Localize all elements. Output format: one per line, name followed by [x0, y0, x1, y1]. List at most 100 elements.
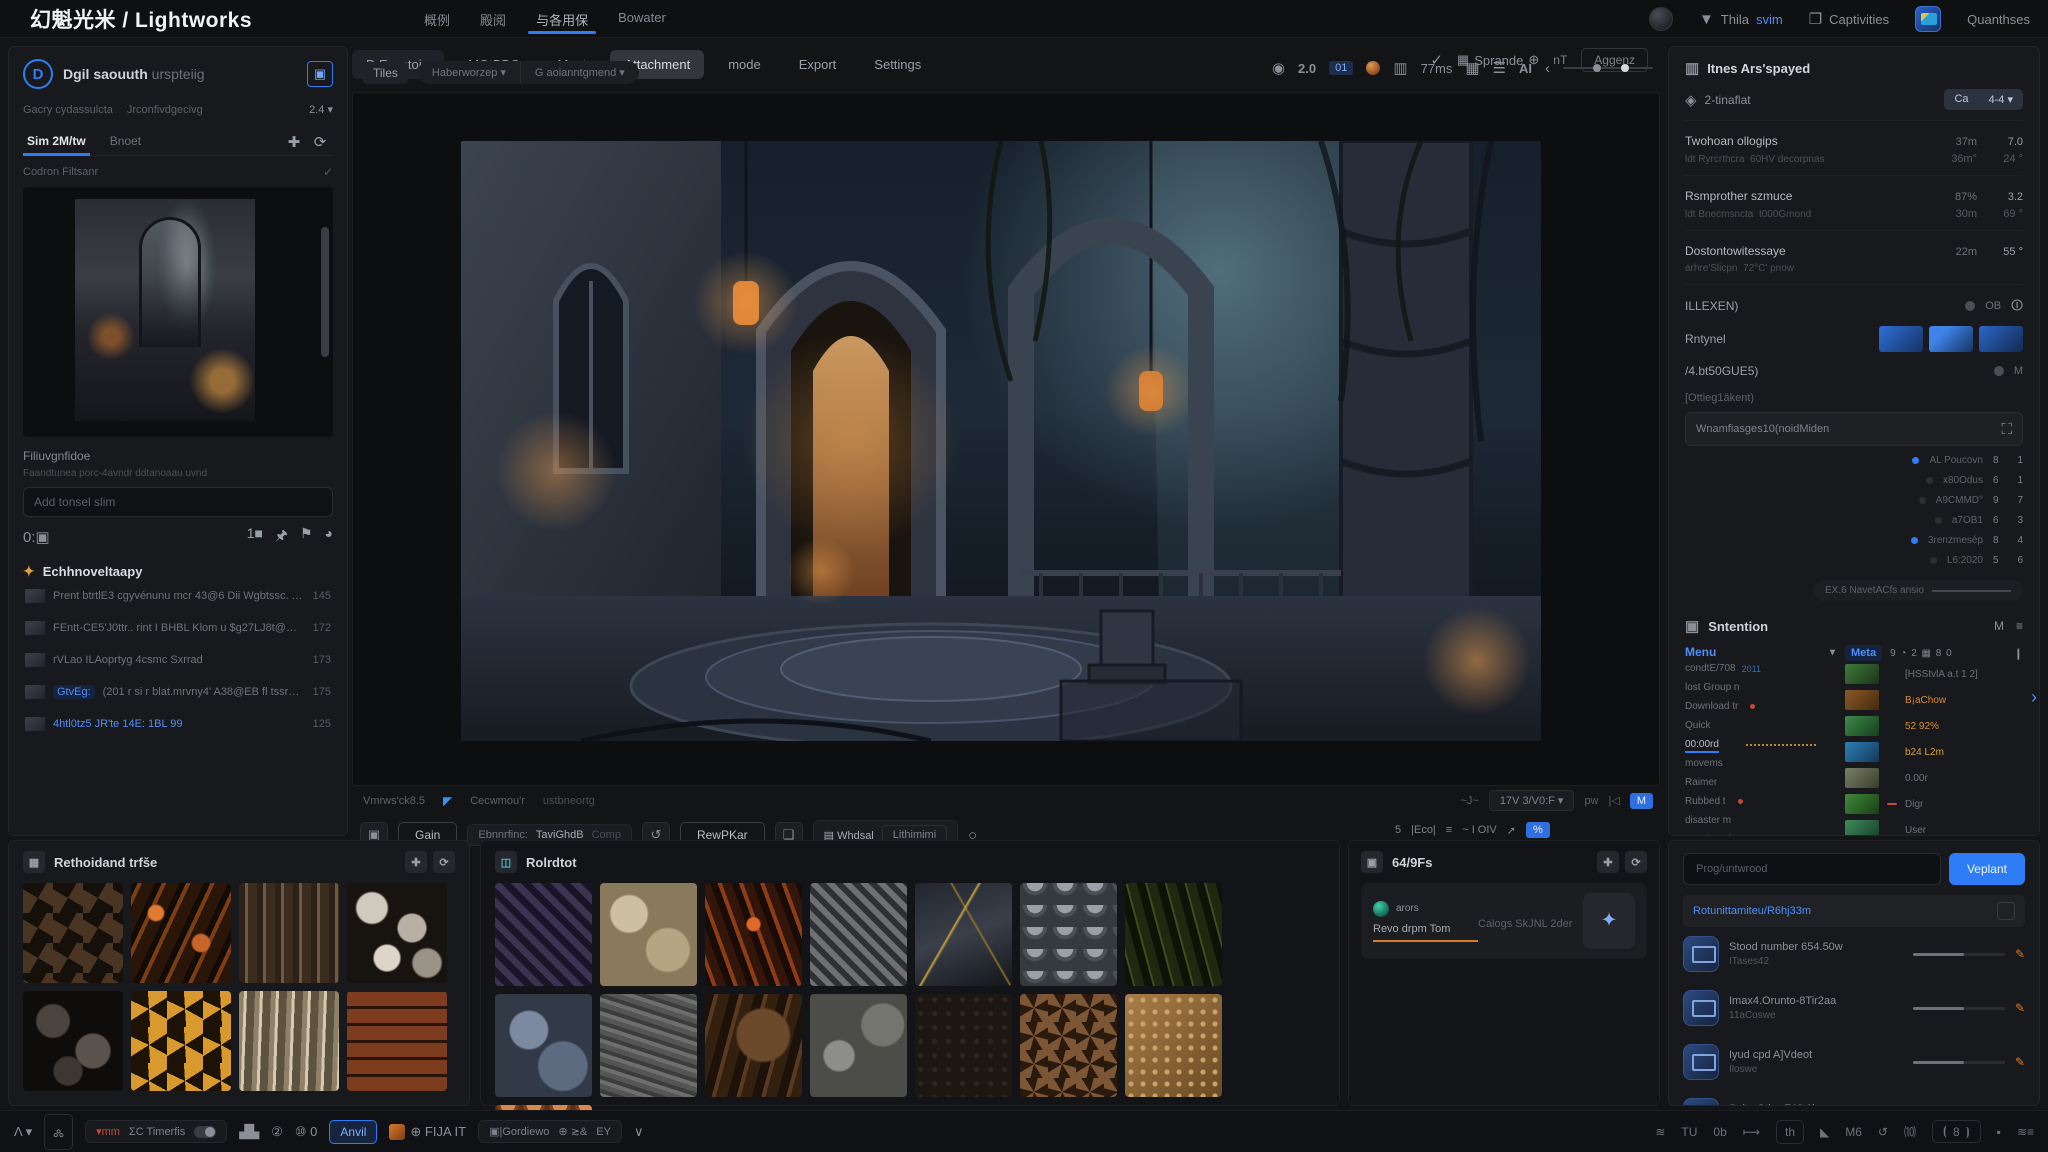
- menu-icon[interactable]: ☰: [1493, 59, 1506, 77]
- expand-chevron-icon[interactable]: ›: [2031, 687, 2037, 708]
- material-thumb[interactable]: [1879, 326, 1923, 352]
- texture-swatch[interactable]: [810, 883, 907, 986]
- tab-secondary[interactable]: Bnoet: [106, 128, 145, 155]
- paint-icon[interactable]: ◣: [1820, 1125, 1829, 1139]
- m-button[interactable]: M: [1994, 619, 2004, 633]
- meta-list-item[interactable]: [HSStvlA a.t 1 2]: [1845, 661, 2023, 687]
- tag-input[interactable]: [23, 487, 333, 517]
- counter-row[interactable]: x80Odus 61: [1685, 475, 2023, 486]
- preview-thumbnail[interactable]: [23, 187, 333, 437]
- eq-icon[interactable]: ≡: [1446, 824, 1452, 836]
- texture-swatch[interactable]: [1020, 994, 1117, 1097]
- texture-swatch[interactable]: [23, 883, 123, 983]
- preset-chips[interactable]: Ca 4-4 ▾: [1944, 89, 2023, 110]
- download-item[interactable]: Sqlts GtharF42.0b tSeNaol ✎: [1683, 1089, 2025, 1106]
- add-icon[interactable]: ✚: [281, 129, 307, 155]
- user-account[interactable]: ▼ Thila svim: [1699, 11, 1783, 28]
- m-toggle[interactable]: M: [1630, 793, 1653, 809]
- shield-badge-icon[interactable]: [1583, 893, 1635, 949]
- list-item[interactable]: rVLao ILAoprtyg 4csmc Sxrrad 173: [23, 644, 333, 676]
- palette-icon[interactable]: ◕: [325, 525, 333, 549]
- meta-list-item[interactable]: B¡aChow: [1845, 687, 2023, 713]
- expand-icon[interactable]: ⛶: [2001, 421, 2012, 438]
- downloads-search-input[interactable]: [1683, 853, 1941, 885]
- refresh-icon[interactable]: ⟳: [433, 851, 455, 873]
- texture-swatch[interactable]: [915, 883, 1012, 986]
- texture-swatch[interactable]: [131, 883, 231, 983]
- gordiewo-segment[interactable]: ▣|Gordiewo ⊕ ≳& EY: [478, 1120, 622, 1143]
- veplant-button[interactable]: Veplant: [1949, 853, 2025, 885]
- texture-swatch[interactable]: [600, 883, 697, 986]
- counter-row[interactable]: A9CMMD° 97: [1685, 495, 2023, 506]
- refresh-icon[interactable]: ⟳: [1625, 851, 1647, 873]
- session-tab[interactable]: Calogs SkJNL 2der: [1478, 912, 1583, 930]
- camera-chip[interactable]: 01: [1329, 61, 1353, 75]
- menu-list-item[interactable]: disaster m: [1685, 811, 1835, 830]
- fija-tool[interactable]: ⊕ FIJA IT: [389, 1124, 466, 1140]
- eco-chip[interactable]: |Eco|: [1411, 824, 1436, 836]
- ten-icon[interactable]: ⑽: [1904, 1123, 1916, 1140]
- meta-icons[interactable]: 9 ◔ 2 ▦ 8 0: [1890, 648, 1953, 659]
- resolution-select[interactable]: 17V 3/V0:F ▾: [1489, 790, 1575, 811]
- top-menu-item[interactable]: 概例: [422, 1, 452, 36]
- chevron-down-icon[interactable]: ∨: [634, 1124, 644, 1140]
- menu-icon[interactable]: ≡: [2016, 619, 2023, 633]
- zoom-slider[interactable]: [1563, 67, 1653, 69]
- frame-group[interactable]: ⦗ 8 ⦘: [1932, 1120, 1981, 1143]
- list-item[interactable]: Prent btrtlE3 cgyvénunu mcr 43@6 Dii Wgb…: [23, 580, 333, 612]
- material-ball-icon[interactable]: [1366, 61, 1380, 75]
- user-avatar[interactable]: [1649, 7, 1673, 31]
- menu-list-item[interactable]: Rubbed t: [1685, 792, 1835, 811]
- list-item[interactable]: FEntt-CE5'J0ttr.. rint I BHBL Klom u $g2…: [23, 612, 333, 644]
- two-icon[interactable]: ②: [271, 1124, 283, 1140]
- viewport-scene-image[interactable]: [461, 141, 1541, 741]
- texture-swatch[interactable]: [915, 994, 1012, 1097]
- back-icon[interactable]: ‹: [1545, 60, 1550, 77]
- meta-list-item[interactable]: 52 92%: [1845, 713, 2023, 739]
- loop-icon[interactable]: ↺: [1878, 1125, 1888, 1139]
- waves-icon[interactable]: ≋: [1655, 1125, 1665, 1139]
- downloads-link-row[interactable]: Rotunittamiteu/R6hj33m: [1683, 895, 2025, 927]
- alert-icon[interactable]: ❙: [2014, 647, 2023, 660]
- refresh-icon[interactable]: ⟳: [307, 129, 333, 155]
- timer-segment[interactable]: ▾mm ΣC Timerfis: [85, 1120, 227, 1143]
- texture-swatch[interactable]: [347, 883, 447, 983]
- menu-list-item[interactable]: 00:00rd: [1685, 735, 1835, 754]
- anvil-tool[interactable]: Anvil: [329, 1120, 377, 1144]
- ribbon-button[interactable]: Export: [785, 50, 851, 79]
- chart-icon[interactable]: ▟▙: [239, 1124, 259, 1140]
- material-thumb[interactable]: [1929, 326, 1973, 352]
- texture-swatch[interactable]: [705, 994, 802, 1097]
- texture-swatch[interactable]: [495, 994, 592, 1097]
- dot-icon[interactable]: ▪: [1997, 1125, 2001, 1139]
- texture-swatch[interactable]: [810, 994, 907, 1097]
- counter-row[interactable]: 3renzmesép 84: [1685, 535, 2023, 546]
- circle-button[interactable]: [1997, 902, 2015, 920]
- meta-list-item[interactable]: b24 L2m: [1845, 739, 2023, 765]
- stats-icon[interactable]: ▥: [1393, 59, 1407, 77]
- quests-menu[interactable]: Quanthses: [1967, 12, 2030, 27]
- menu-list-item[interactable]: movems: [1685, 754, 1835, 773]
- menu-list-item[interactable]: condtE/708 2011: [1685, 659, 1835, 678]
- meta-list-item[interactable]: User: [1845, 817, 2023, 836]
- menu-list-item[interactable]: Download tr: [1685, 697, 1835, 716]
- edit-pen-icon[interactable]: ✎: [2015, 1055, 2025, 1069]
- top-menu-item[interactable]: 殿阅: [478, 1, 508, 36]
- tiles-tab[interactable]: Tiles: [363, 62, 408, 84]
- texture-swatch[interactable]: [600, 994, 697, 1097]
- ob-label[interactable]: 0b: [1713, 1125, 1726, 1139]
- navigation-pill[interactable]: EX.6 NavetACfs ansio: [1813, 580, 2023, 601]
- counter-row[interactable]: a7OB1 63: [1685, 515, 2023, 526]
- texture-swatch[interactable]: [1125, 994, 1222, 1097]
- menu-list-item[interactable]: lost Group n: [1685, 678, 1835, 697]
- lighting-dropdown[interactable]: G aoianntgmend ▾: [520, 61, 639, 84]
- menu-list-item[interactable]: envelope f: [1685, 830, 1835, 836]
- image-view-button[interactable]: ▣: [307, 61, 333, 87]
- meta-list-item[interactable]: 0.00r: [1845, 765, 2023, 791]
- download-item[interactable]: Iyud cpd A]Vdeot Iloswe ✎: [1683, 1035, 2025, 1089]
- pill-slider[interactable]: [1932, 590, 2011, 592]
- add-icon[interactable]: ✚: [1597, 851, 1619, 873]
- menu-column-header[interactable]: Menu ▾: [1685, 645, 1835, 659]
- texture-swatch[interactable]: [131, 991, 231, 1091]
- flag-icon[interactable]: ⚑: [300, 525, 313, 549]
